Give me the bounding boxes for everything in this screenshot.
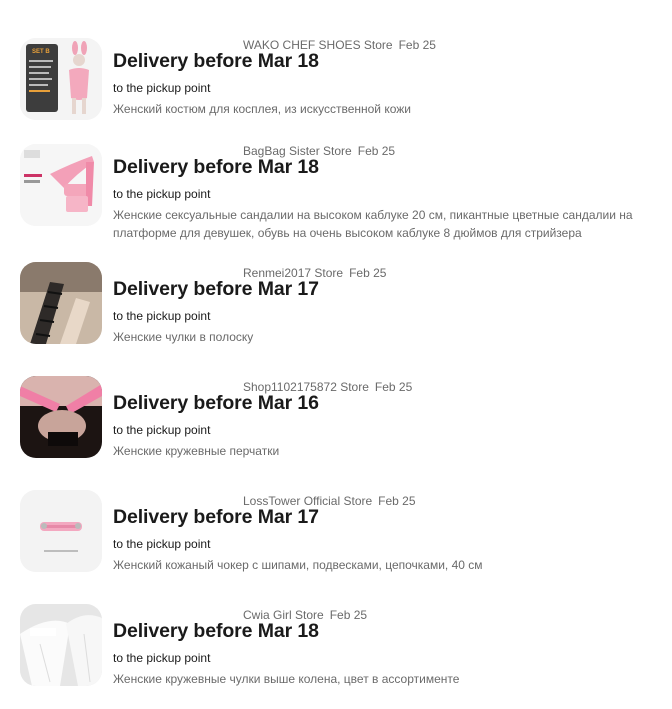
product-thumbnail-costume[interactable]: SET B — [20, 38, 102, 120]
product-title[interactable]: Женские кружевные чулки выше колена, цве… — [113, 670, 663, 688]
product-thumbnail-gloves[interactable] — [20, 376, 102, 458]
delivery-method: to the pickup point — [113, 423, 211, 437]
lace-stockings-image — [20, 604, 102, 686]
stockings-image — [20, 262, 102, 344]
product-thumbnail-choker[interactable] — [20, 490, 102, 572]
product-title[interactable]: Женский кожаный чокер с шипами, подвеска… — [113, 556, 663, 574]
delivery-method: to the pickup point — [113, 187, 211, 201]
delivery-method: to the pickup point — [113, 309, 211, 323]
delivery-status: Delivery before Mar 18 — [113, 50, 319, 72]
gloves-image — [20, 376, 102, 458]
delivery-status: Delivery before Mar 18 — [113, 156, 319, 178]
sandals-image — [20, 144, 102, 226]
delivery-status: Delivery before Mar 17 — [113, 278, 319, 300]
costume-image: SET B — [20, 38, 102, 120]
product-title[interactable]: Женские кружевные перчатки — [113, 442, 663, 460]
product-thumbnail-lace-stockings[interactable] — [20, 604, 102, 686]
delivery-method: to the pickup point — [113, 537, 211, 551]
order-date: Feb 25 — [357, 144, 396, 158]
order-date: Feb 25 — [374, 380, 413, 394]
delivery-status: Delivery before Mar 16 — [113, 392, 319, 414]
product-title[interactable]: Женские чулки в полоску — [113, 328, 663, 346]
product-title[interactable]: Женские сексуальные сандалии на высоком … — [113, 206, 663, 242]
delivery-method: to the pickup point — [113, 651, 211, 665]
delivery-status: Delivery before Mar 18 — [113, 620, 319, 642]
order-date: Feb 25 — [349, 266, 387, 280]
choker-image — [20, 490, 102, 572]
order-date: Feb 25 — [398, 38, 436, 52]
order-date: Feb 25 — [329, 608, 368, 622]
svg-text:SET B: SET B — [32, 49, 50, 55]
product-title[interactable]: Женский костюм для косплея, из искусстве… — [113, 100, 663, 118]
order-date: Feb 25 — [378, 494, 416, 508]
delivery-method: to the pickup point — [113, 81, 211, 95]
delivery-status: Delivery before Mar 17 — [113, 506, 319, 528]
product-thumbnail-sandals[interactable] — [20, 144, 102, 226]
product-thumbnail-stockings[interactable] — [20, 262, 102, 344]
